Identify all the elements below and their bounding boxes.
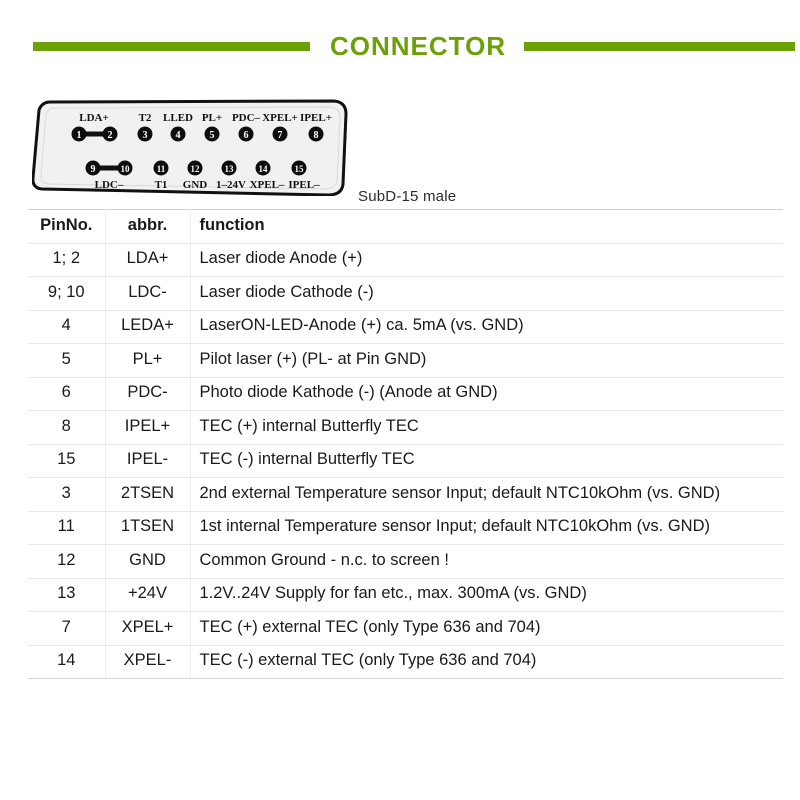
cell-abbr: XPEL- — [105, 644, 191, 679]
pin-label-pdc-minus: PDC– — [232, 112, 261, 124]
pin-3-number: 3 — [143, 130, 148, 141]
table-row: 15 IPEL- TEC (-) internal Butterfly TEC — [28, 443, 783, 478]
cell-abbr: LEDA+ — [105, 309, 191, 344]
cell-pinno: 13 — [28, 577, 106, 612]
pin-label-xpel-plus: XPEL+ — [262, 112, 298, 124]
cell-abbr: +24V — [105, 577, 191, 612]
pin-8-number: 8 — [314, 130, 319, 141]
pin-4-number: 4 — [176, 130, 181, 141]
table-row: 7 XPEL+ TEC (+) external TEC (only Type … — [28, 611, 783, 646]
pin-5-number: 5 — [210, 130, 215, 141]
pin-label-ldc-minus: LDC– — [95, 179, 124, 191]
cell-abbr: GND — [105, 544, 191, 579]
cell-abbr: 1TSEN — [105, 510, 191, 545]
cell-function: Laser diode Anode (+) — [190, 242, 783, 277]
pin-label-t1: T1 — [155, 179, 168, 191]
cell-pinno: 9; 10 — [28, 276, 106, 311]
table-row: 5 PL+ Pilot laser (+) (PL- at Pin GND) — [28, 343, 783, 378]
cell-function: TEC (+) external TEC (only Type 636 and … — [190, 611, 783, 646]
cell-pinno: 12 — [28, 544, 106, 579]
header-rule-right — [524, 41, 796, 51]
pin-11-number: 11 — [157, 164, 166, 174]
cell-abbr: PL+ — [105, 343, 191, 378]
cell-pinno: 8 — [28, 410, 106, 445]
pin-label-gnd: GND — [183, 179, 208, 191]
cell-abbr: IPEL- — [105, 443, 191, 478]
cell-abbr: XPEL+ — [105, 611, 191, 646]
cell-abbr: 2TSEN — [105, 477, 191, 512]
cell-pinno: 4 — [28, 309, 106, 344]
cell-pinno: 3 — [28, 477, 106, 512]
cell-function: 1st internal Temperature sensor Input; d… — [190, 510, 783, 545]
pin-15-number: 15 — [295, 164, 305, 174]
table-row: 11 1TSEN 1st internal Temperature sensor… — [28, 510, 783, 545]
pin-12-number: 12 — [191, 164, 201, 174]
pin-label-lled: LLED — [163, 112, 193, 124]
cell-pinno: 11 — [28, 510, 106, 545]
subd-connector-illustration: LDA+ 1 2 T2 3 LLED 4 PL+ 5 PDC– 6 XPEL+ … — [32, 99, 348, 196]
cell-function: 2nd external Temperature sensor Input; d… — [190, 477, 783, 512]
pin-6-number: 6 — [244, 130, 249, 141]
pin-7-number: 7 — [278, 130, 283, 141]
pin-assignment-table: PinNo. abbr. function 1; 2 LDA+ Laser di… — [28, 209, 783, 679]
table-row: 9; 10 LDC- Laser diode Cathode (-) — [28, 276, 783, 311]
cell-function: Common Ground - n.c. to screen ! — [190, 544, 783, 579]
table-row: 6 PDC- Photo diode Kathode (-) (Anode at… — [28, 376, 783, 411]
table-row: 4 LEDA+ LaserON-LED-Anode (+) ca. 5mA (v… — [28, 309, 783, 344]
pin-label-xpel-minus: XPEL– — [250, 179, 285, 191]
pin-label-ipel-plus: IPEL+ — [300, 112, 332, 124]
cell-function: Laser diode Cathode (-) — [190, 276, 783, 311]
cell-function: LaserON-LED-Anode (+) ca. 5mA (vs. GND) — [190, 309, 783, 344]
pin-14-number: 14 — [259, 164, 269, 174]
pin-2-number: 2 — [108, 130, 113, 141]
table-row: 14 XPEL- TEC (-) external TEC (only Type… — [28, 644, 783, 679]
connector-caption: SubD-15 male — [358, 188, 457, 205]
pin-label-lda-plus: LDA+ — [79, 112, 109, 124]
pin-label-ipel-minus: IPEL– — [288, 179, 320, 191]
cell-pinno: 1; 2 — [28, 242, 106, 277]
table-row: 1; 2 LDA+ Laser diode Anode (+) — [28, 242, 783, 277]
table-header-row: PinNo. abbr. function — [28, 209, 783, 244]
page-title: CONNECTOR — [330, 31, 507, 61]
pin-13-number: 13 — [225, 164, 235, 174]
column-header-abbr: abbr. — [105, 209, 191, 244]
table-row: 13 +24V 1.2V..24V Supply for fan etc., m… — [28, 577, 783, 612]
table-row: 3 2TSEN 2nd external Temperature sensor … — [28, 477, 783, 512]
column-header-pinno: PinNo. — [28, 209, 106, 244]
cell-abbr: LDA+ — [105, 242, 191, 277]
pin-label-1-24v: 1–24V — [216, 179, 246, 191]
header-rule-left — [33, 41, 310, 51]
cell-function: TEC (-) internal Butterfly TEC — [190, 443, 783, 478]
pin-label-t2: T2 — [139, 112, 152, 124]
cell-function: Pilot laser (+) (PL- at Pin GND) — [190, 343, 783, 378]
cell-abbr: LDC- — [105, 276, 191, 311]
pin-label-pl-plus: PL+ — [202, 112, 222, 124]
connector-diagram: LDA+ 1 2 T2 3 LLED 4 PL+ 5 PDC– 6 XPEL+ … — [32, 96, 352, 196]
cell-pinno: 15 — [28, 443, 106, 478]
page-header: CONNECTOR — [0, 28, 800, 64]
table-body: 1; 2 LDA+ Laser diode Anode (+) 9; 10 LD… — [28, 242, 783, 679]
cell-pinno: 6 — [28, 376, 106, 411]
column-header-function: function — [190, 209, 783, 244]
pin-1-number: 1 — [77, 130, 82, 141]
cell-pinno: 5 — [28, 343, 106, 378]
cell-pinno: 14 — [28, 644, 106, 679]
pin-9-number: 9 — [91, 164, 96, 175]
table-row: 8 IPEL+ TEC (+) internal Butterfly TEC — [28, 410, 783, 445]
cell-pinno: 7 — [28, 611, 106, 646]
cell-abbr: PDC- — [105, 376, 191, 411]
cell-function: TEC (-) external TEC (only Type 636 and … — [190, 644, 783, 679]
cell-function: TEC (+) internal Butterfly TEC — [190, 410, 783, 445]
cell-abbr: IPEL+ — [105, 410, 191, 445]
cell-function: 1.2V..24V Supply for fan etc., max. 300m… — [190, 577, 783, 612]
table-row: 12 GND Common Ground - n.c. to screen ! — [28, 544, 783, 579]
pin-10-number: 10 — [121, 164, 131, 174]
cell-function: Photo diode Kathode (-) (Anode at GND) — [190, 376, 783, 411]
